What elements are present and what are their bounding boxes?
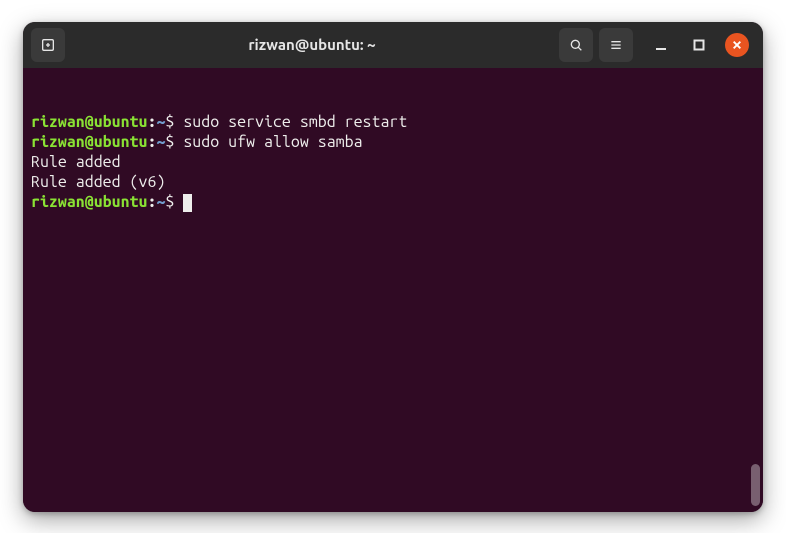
titlebar: rizwan@ubuntu: ~ [23, 22, 763, 68]
hamburger-icon [608, 37, 624, 53]
terminal-line: rizwan@ubuntu:~$ [31, 192, 755, 212]
window-title: rizwan@ubuntu: ~ [71, 36, 553, 53]
terminal-body[interactable]: rizwan@ubuntu:~$ sudo service smbd resta… [23, 68, 763, 512]
scrollbar-thumb[interactable] [751, 464, 760, 506]
output-text: Rule added (v6) [31, 172, 755, 192]
close-button[interactable] [725, 33, 749, 57]
window-controls [649, 33, 749, 57]
new-tab-icon [40, 37, 56, 53]
cursor [183, 194, 192, 212]
command-text: sudo ufw allow samba [183, 133, 362, 151]
minimize-icon [655, 39, 667, 51]
maximize-button[interactable] [687, 33, 711, 57]
terminal-line: rizwan@ubuntu:~$ sudo ufw allow samba [31, 132, 755, 152]
prompt-userhost: rizwan@ubuntu [31, 113, 147, 131]
prompt-symbol: $ [165, 113, 183, 131]
terminal-window: rizwan@ubuntu: ~ [23, 22, 763, 512]
prompt-userhost: rizwan@ubuntu [31, 133, 147, 151]
command-text: sudo service smbd restart [183, 113, 407, 131]
menu-button[interactable] [599, 28, 633, 62]
new-tab-button[interactable] [31, 28, 65, 62]
maximize-icon [693, 39, 705, 51]
output-text: Rule added [31, 152, 755, 172]
terminal-line: rizwan@ubuntu:~$ sudo service smbd resta… [31, 112, 755, 132]
prompt-symbol: $ [165, 193, 183, 211]
prompt-userhost: rizwan@ubuntu [31, 193, 147, 211]
search-icon [568, 37, 584, 53]
close-icon [732, 40, 742, 50]
prompt-symbol: $ [165, 133, 183, 151]
minimize-button[interactable] [649, 33, 673, 57]
search-button[interactable] [559, 28, 593, 62]
